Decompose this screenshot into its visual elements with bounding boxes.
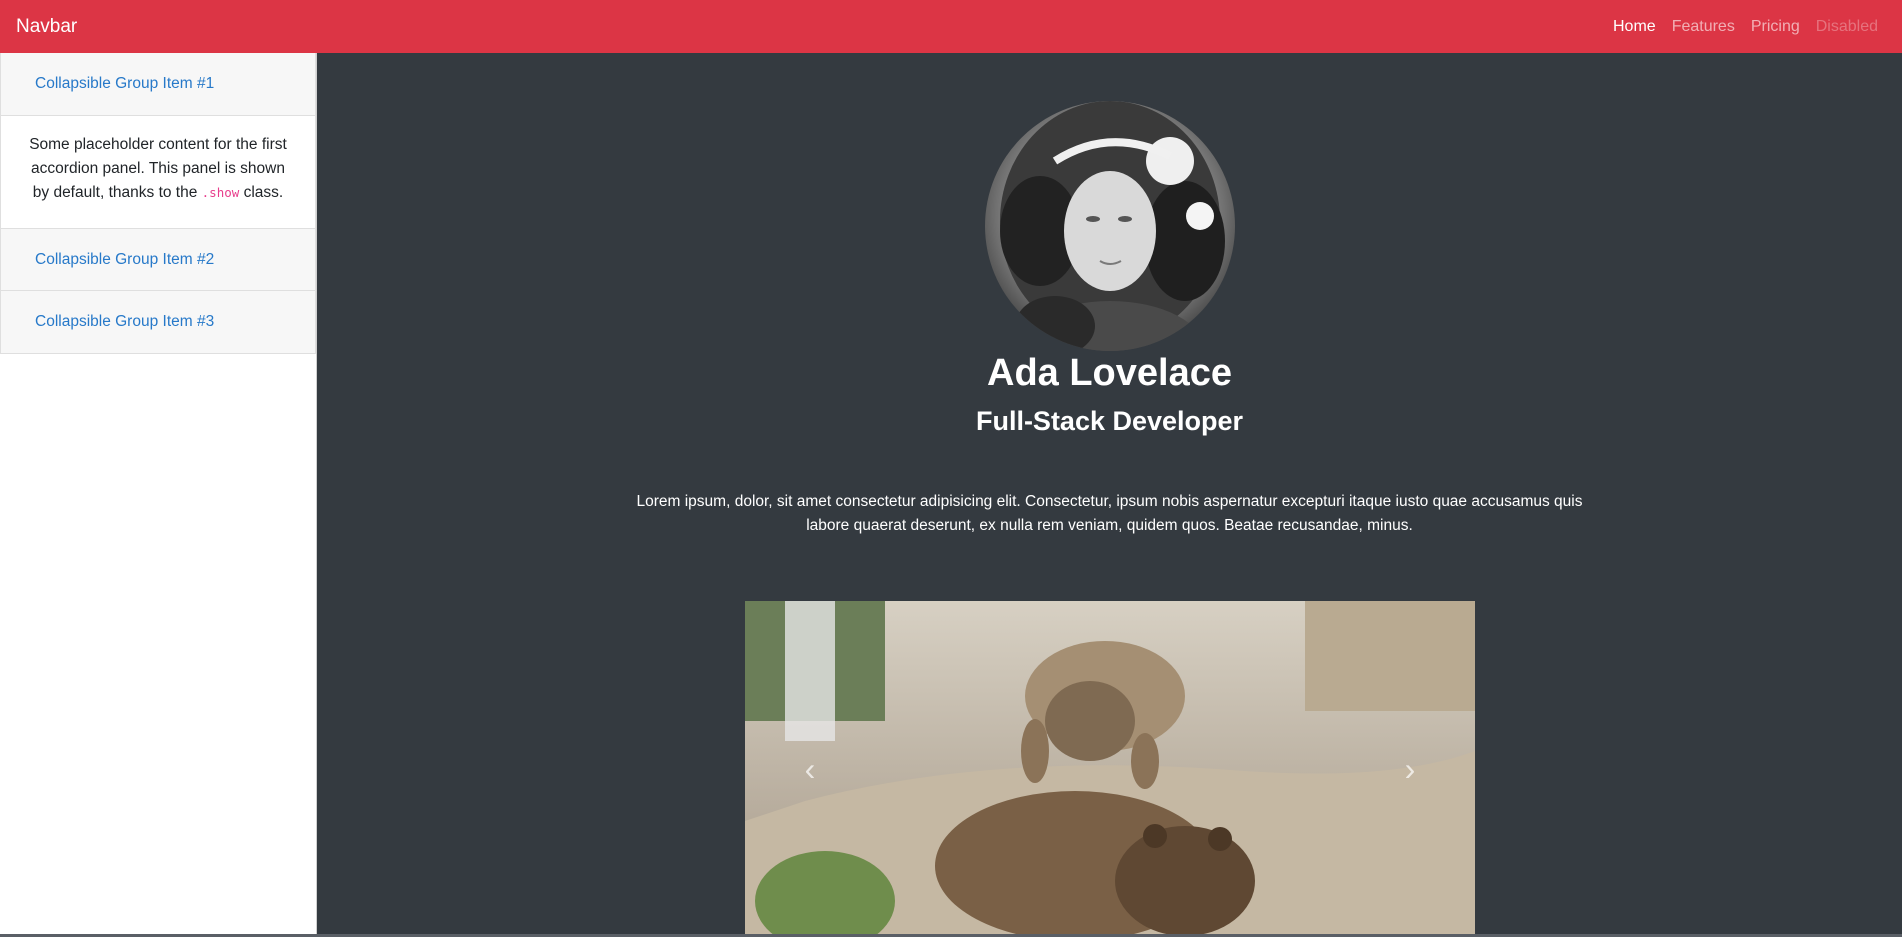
accordion-panel-code: .show xyxy=(201,185,240,200)
accordion-toggle-3[interactable]: Collapsible Group Item #3 xyxy=(35,313,214,331)
carousel-prev-button[interactable]: ‹ xyxy=(765,601,855,937)
nav-link-pricing[interactable]: Pricing xyxy=(1743,18,1808,36)
navbar-brand[interactable]: Navbar xyxy=(16,16,77,38)
profile-bio: Lorem ipsum, dolor, sit amet consectetur… xyxy=(636,493,1583,534)
chevron-left-icon: ‹ xyxy=(804,751,816,787)
main-content: Ada Lovelace Full-Stack Developer Lorem … xyxy=(317,53,1902,937)
portrait-photo-icon xyxy=(1000,101,1225,351)
profile-name: Ada Lovelace xyxy=(987,352,1232,394)
chevron-right-icon: › xyxy=(1404,751,1416,787)
navbar: Navbar Home Features Pricing Disabled xyxy=(0,0,1902,53)
navbar-nav: Home Features Pricing Disabled xyxy=(1605,18,1886,36)
nav-link-home[interactable]: Home xyxy=(1605,18,1664,36)
accordion-panel-1: Some placeholder content for the first a… xyxy=(0,116,316,228)
accordion-header-1[interactable]: Collapsible Group Item #1 xyxy=(0,53,316,116)
nav-link-disabled: Disabled xyxy=(1815,17,1878,35)
image-carousel: ‹ › xyxy=(745,601,1475,937)
accordion-toggle-2[interactable]: Collapsible Group Item #2 xyxy=(35,251,214,269)
accordion-header-2[interactable]: Collapsible Group Item #2 xyxy=(0,228,316,291)
accordion-header-3[interactable]: Collapsible Group Item #3 xyxy=(0,291,316,354)
accordion-panel-text-end: class. xyxy=(239,184,284,201)
carousel-next-button[interactable]: › xyxy=(1365,601,1455,937)
sidebar: Collapsible Group Item #1 Some placehold… xyxy=(0,53,317,937)
nav-link-features[interactable]: Features xyxy=(1664,18,1743,36)
profile-avatar xyxy=(985,101,1235,351)
profile-role: Full-Stack Developer xyxy=(975,406,1244,436)
accordion-toggle-1[interactable]: Collapsible Group Item #1 xyxy=(35,75,214,93)
